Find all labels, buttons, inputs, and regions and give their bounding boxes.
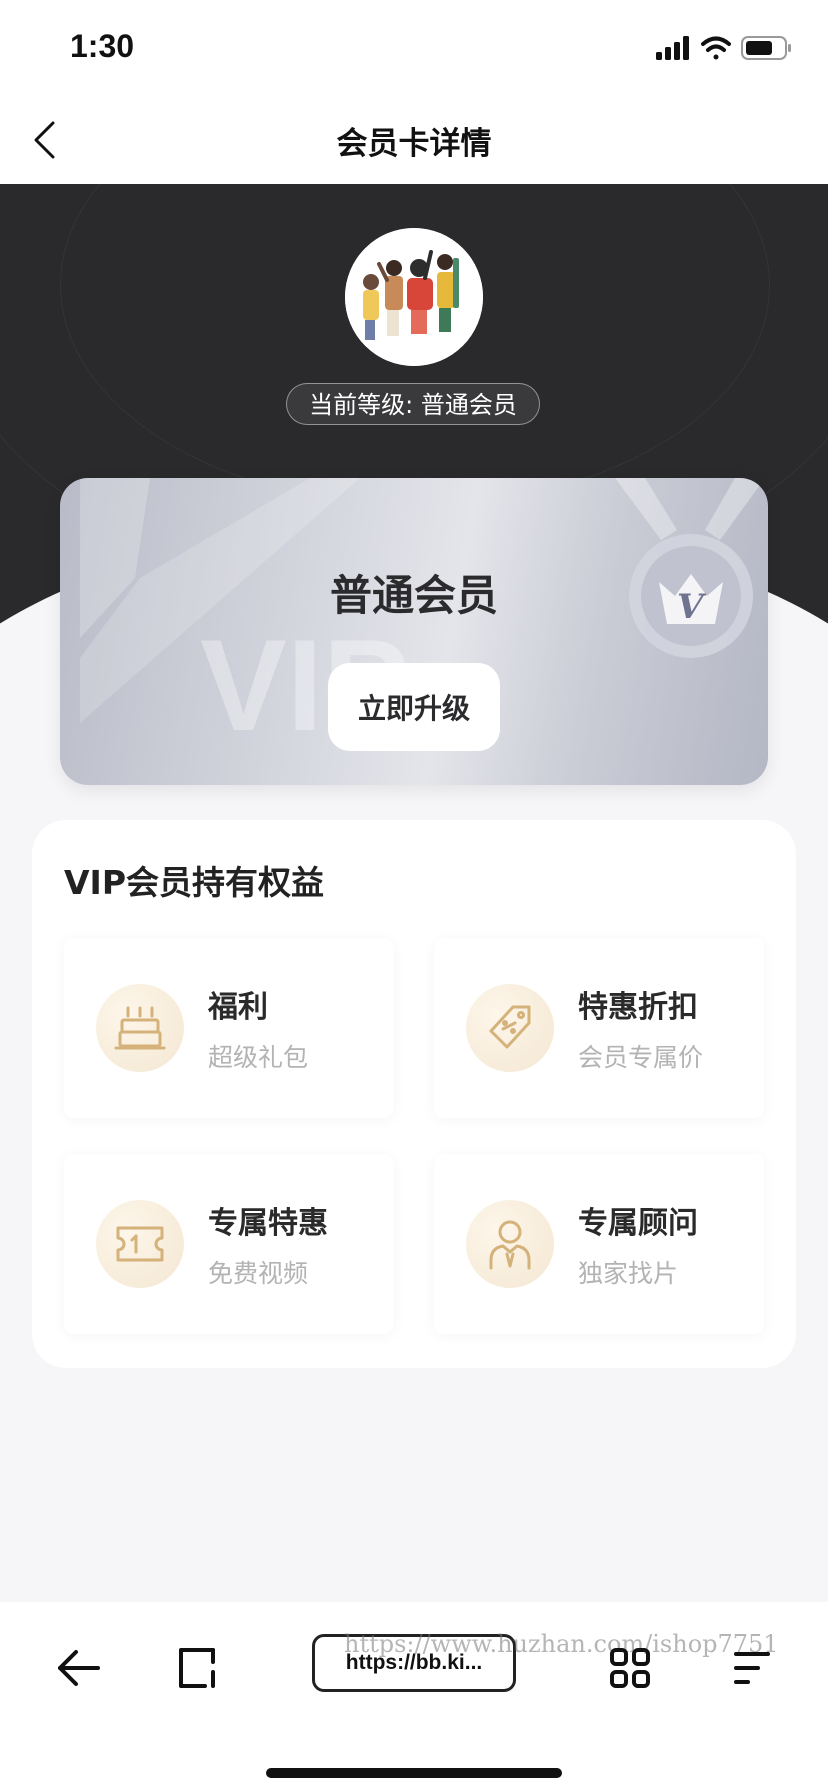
upgrade-button[interactable]: 立即升级 (328, 663, 500, 751)
home-indicator[interactable] (266, 1768, 562, 1778)
member-card: VIP V 普通会员 立即升级 (60, 478, 768, 785)
benefit-desc: 超级礼包 (208, 1043, 309, 1072)
wifi-icon (701, 36, 731, 60)
arrow-left-icon (58, 1650, 100, 1686)
benefit-desc: 免费视频 (208, 1259, 309, 1288)
status-time: 1:30 (70, 28, 135, 64)
battery-icon (741, 36, 791, 60)
benefit-card-advisor[interactable]: 专属顾问 独家找片 (434, 1154, 764, 1334)
benefit-name: 福利 (208, 990, 268, 1025)
status-bar: 1:30 (0, 0, 828, 96)
menu-icon (734, 1652, 770, 1684)
benefit-card-discount[interactable]: 特惠折扣 会员专属价 (434, 938, 764, 1118)
tabs-button[interactable] (168, 1638, 228, 1698)
benefits-panel: VIP会员持有权益 福利 超级礼包 特惠折扣 会员专属价 专属特惠 免费视频 专… (32, 820, 796, 1368)
watermark-text: https://www.huzhan.com/ishop7751 (344, 1630, 779, 1658)
tab-count-icon (179, 1648, 215, 1688)
page-title: 会员卡详情 (336, 126, 492, 162)
current-level-badge: 当前等级: 普通会员 (286, 383, 540, 425)
avatar[interactable] (345, 228, 483, 366)
benefits-title: VIP会员持有权益 (64, 863, 325, 902)
discount-tag-icon (466, 984, 554, 1072)
grid-icon (610, 1648, 650, 1688)
status-icons (656, 34, 792, 64)
benefit-card-exclusive-offer[interactable]: 专属特惠 免费视频 (64, 1154, 394, 1334)
benefit-name: 专属特惠 (208, 1206, 328, 1241)
apps-button[interactable] (600, 1638, 660, 1698)
browser-toolbar: https://bb.ki... https://www.huzhan.com/… (0, 1602, 828, 1792)
benefit-name: 专属顾问 (578, 1206, 698, 1241)
browser-back-button[interactable] (48, 1638, 108, 1698)
cake-icon (96, 984, 184, 1072)
menu-button[interactable] (720, 1638, 780, 1698)
ticket-icon (96, 1200, 184, 1288)
nav-bar: 会员卡详情 (0, 96, 828, 184)
benefit-desc: 独家找片 (578, 1259, 679, 1288)
benefit-card-welfare[interactable]: 福利 超级礼包 (64, 938, 394, 1118)
signal-icon (656, 36, 689, 60)
benefit-name: 特惠折扣 (578, 990, 698, 1025)
benefit-desc: 会员专属价 (578, 1043, 704, 1072)
member-level-name: 普通会员 (329, 571, 498, 620)
advisor-icon (466, 1200, 554, 1288)
